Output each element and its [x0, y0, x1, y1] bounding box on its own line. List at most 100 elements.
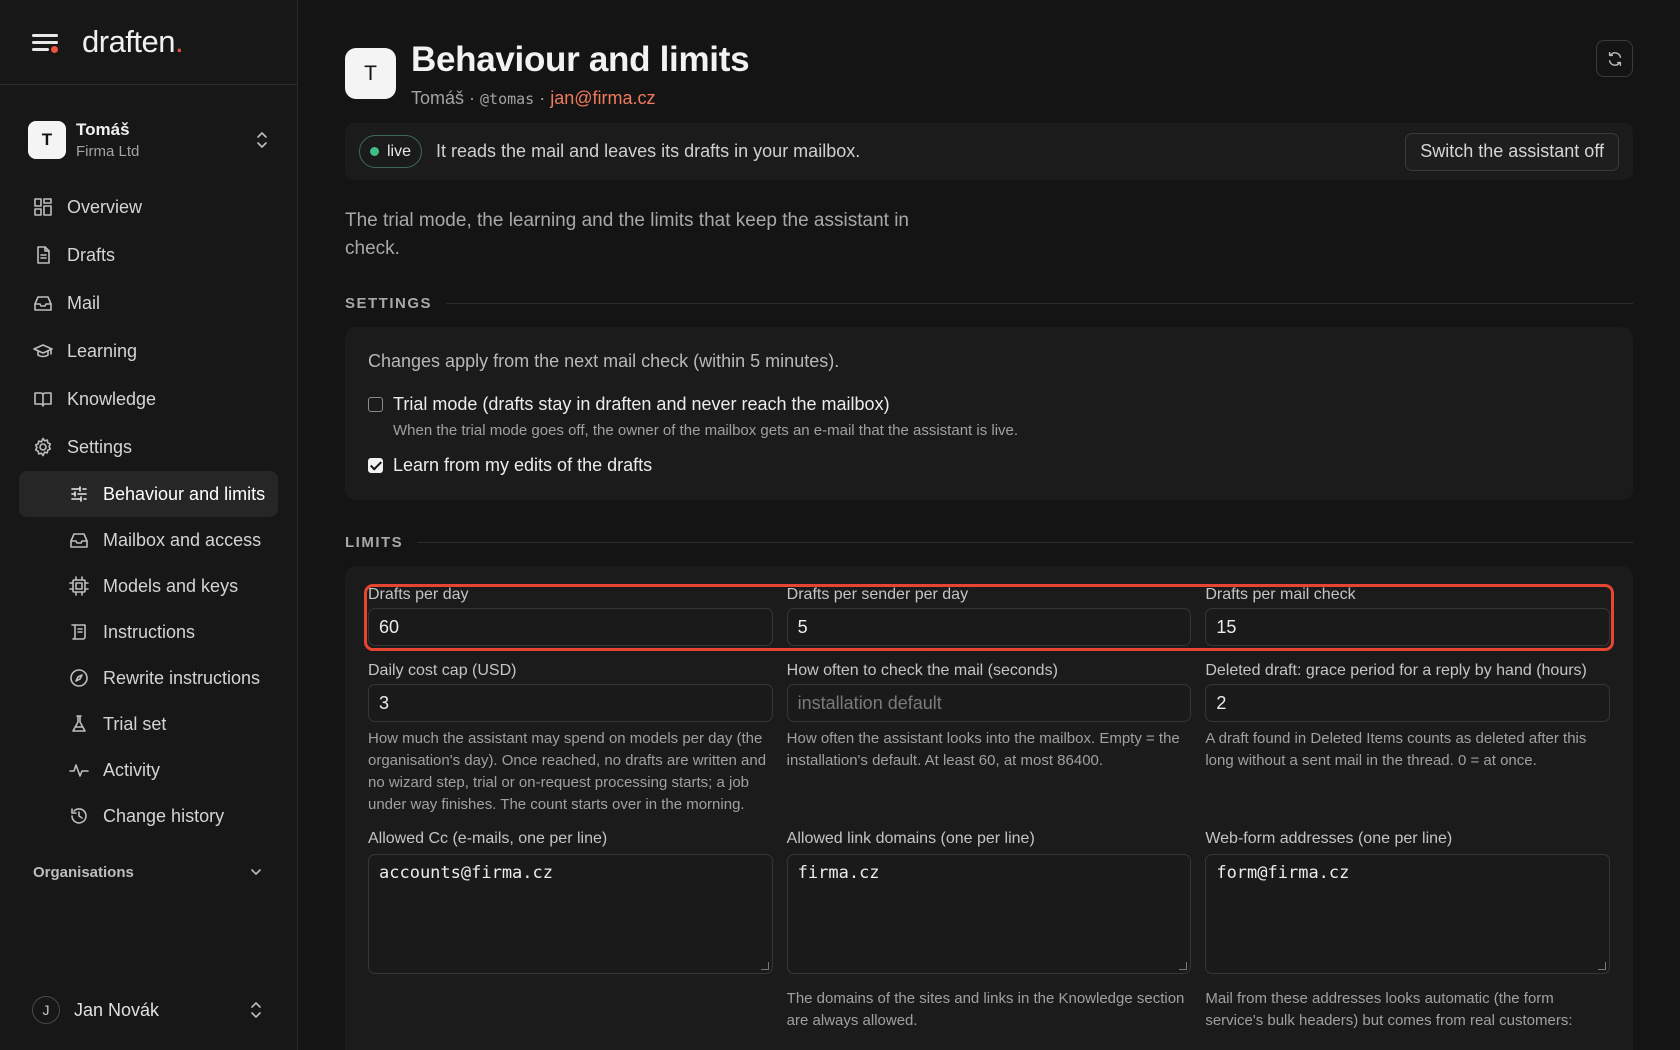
inbox-icon — [70, 533, 88, 548]
learn-label[interactable]: Learn from my edits of the drafts — [393, 455, 652, 476]
drafts-per-check-label: Drafts per mail check — [1205, 586, 1356, 603]
nav-knowledge[interactable]: Knowledge — [19, 375, 278, 423]
nav-mail[interactable]: Mail — [19, 279, 278, 327]
live-dot-icon — [370, 147, 379, 156]
sidebar: draften. T Tomáš Firma Ltd Overview Draf… — [0, 0, 298, 1050]
switch-assistant-off-button[interactable]: Switch the assistant off — [1405, 132, 1619, 171]
status-bar: live It reads the mail and leaves its dr… — [345, 123, 1633, 180]
nav-trial-label: Trial set — [103, 713, 167, 734]
nav-activity[interactable]: Activity — [19, 747, 278, 793]
mailbox-meta: Tomáš · @tomas · jan@firma.cz — [411, 88, 749, 109]
grace-period-input[interactable]: 2 — [1205, 684, 1610, 722]
nav-rewrite-instructions[interactable]: Rewrite instructions — [19, 655, 278, 701]
org-switcher[interactable]: T Tomáš Firma Ltd — [0, 115, 297, 165]
grid-icon — [34, 198, 52, 216]
webform-field: Web-form addresses (one per line) form@f… — [1205, 830, 1610, 1032]
allowed-cc-textarea[interactable]: accounts@firma.cz — [368, 854, 773, 974]
limits-card: Drafts per day 60 Drafts per sender per … — [345, 566, 1633, 1050]
document-icon — [37, 246, 50, 264]
nav-mailbox-label: Mailbox and access — [103, 529, 262, 550]
user-menu[interactable]: J Jan Novák — [32, 994, 263, 1026]
meta-separator: · — [464, 88, 481, 108]
graduation-cap-icon — [33, 344, 53, 358]
logo[interactable]: draften. — [82, 24, 184, 60]
drafts-per-sender-field: Drafts per sender per day 5 — [786, 586, 1192, 646]
nav-history-label: Change history — [103, 805, 225, 826]
drafts-per-day-input[interactable]: 60 — [368, 608, 773, 646]
owner-email[interactable]: jan@firma.cz — [550, 88, 655, 108]
refresh-button[interactable] — [1596, 40, 1633, 77]
org-company: Firma Ltd — [76, 143, 140, 160]
settings-subnav: Behaviour and limits Mailbox and access … — [19, 471, 278, 839]
nav-behaviour-and-limits[interactable]: Behaviour and limits — [19, 471, 278, 517]
status-badge-label: live — [387, 142, 412, 160]
user-name: Jan Novák — [74, 999, 160, 1020]
inbox-icon — [34, 296, 52, 311]
link-domains-help: The domains of the sites and links in th… — [786, 990, 1185, 1029]
webform-label: Web-form addresses (one per line) — [1205, 830, 1453, 847]
chevron-updown-icon — [257, 132, 267, 148]
nav-settings[interactable]: Settings — [19, 423, 278, 471]
nav-settings-label: Settings — [67, 436, 133, 457]
owner-name: Tomáš — [411, 88, 465, 108]
nav-change-history[interactable]: Change history — [19, 793, 278, 839]
nav-mailbox-and-access[interactable]: Mailbox and access — [19, 517, 278, 563]
org-name: Tomáš — [76, 120, 130, 139]
mailbox-avatar: T — [345, 48, 396, 99]
organisations-label: Organisations — [33, 863, 134, 881]
check-interval-label: How often to check the mail (seconds) — [786, 662, 1058, 679]
owner-handle: @tomas — [480, 90, 535, 108]
nav-overview-label: Overview — [67, 196, 143, 217]
refresh-icon — [1608, 51, 1621, 66]
cost-cap-field: Daily cost cap (USD) 3 How much the assi… — [368, 662, 773, 816]
chevron-down-icon — [251, 869, 261, 875]
cost-cap-label: Daily cost cap (USD) — [368, 662, 517, 679]
limits-row-1: Drafts per day 60 Drafts per sender per … — [368, 586, 1610, 646]
organisations-toggle[interactable]: Organisations — [0, 857, 297, 887]
page-title: Behaviour and limits — [411, 40, 750, 79]
check-interval-input[interactable]: installation default — [786, 684, 1192, 722]
drafts-per-sender-label: Drafts per sender per day — [786, 586, 969, 603]
webform-textarea[interactable]: form@firma.cz — [1205, 854, 1610, 974]
link-domains-field: Allowed link domains (one per line) firm… — [786, 830, 1192, 1032]
trial-mode-checkbox[interactable] — [368, 397, 383, 412]
grace-period-help: A draft found in Deleted Items counts as… — [1205, 730, 1587, 769]
nav-instructions[interactable]: Instructions — [19, 609, 278, 655]
allowed-cc-field: Allowed Cc (e-mails, one per line) accou… — [368, 830, 773, 1032]
webform-help: Mail from these addresses looks automati… — [1205, 990, 1573, 1029]
nav-drafts-label: Drafts — [67, 244, 116, 265]
trial-mode-label[interactable]: Trial mode (drafts stay in draften and n… — [393, 394, 1018, 415]
page-header: T Behaviour and limits Tomáš · @tomas · … — [345, 40, 1633, 120]
nav-overview[interactable]: Overview — [19, 183, 278, 231]
learn-checkbox[interactable] — [368, 458, 383, 473]
drafts-per-check-input[interactable]: 15 — [1205, 608, 1610, 646]
scroll-icon — [71, 624, 86, 640]
nav-mail-label: Mail — [67, 292, 101, 313]
nav-trial-set[interactable]: Trial set — [19, 701, 278, 747]
check-interval-field: How often to check the mail (seconds) in… — [786, 662, 1192, 816]
nav-activity-label: Activity — [103, 759, 161, 780]
learn-row: Learn from my edits of the drafts — [368, 455, 1610, 476]
allowed-cc-label: Allowed Cc (e-mails, one per line) — [368, 830, 608, 847]
trial-mode-help: When the trial mode goes off, the owner … — [393, 422, 1019, 439]
nav-drafts[interactable]: Drafts — [19, 231, 278, 279]
link-domains-textarea[interactable]: firma.cz — [786, 854, 1192, 974]
cost-cap-input[interactable]: 3 — [368, 684, 773, 722]
settings-note: Changes apply from the next mail check (… — [368, 351, 840, 371]
book-icon — [34, 392, 52, 407]
nav-learning[interactable]: Learning — [19, 327, 278, 375]
nav-models-and-keys[interactable]: Models and keys — [19, 563, 278, 609]
page-description: The trial mode, the learning and the lim… — [345, 210, 909, 259]
cpu-icon — [69, 576, 89, 596]
trial-mode-row: Trial mode (drafts stay in draften and n… — [368, 394, 1610, 439]
status-badge: live — [359, 135, 423, 168]
menu-icon[interactable] — [32, 31, 58, 53]
flask-icon — [72, 715, 86, 732]
user-avatar: J — [32, 996, 60, 1024]
nav-rewrite-label: Rewrite instructions — [103, 667, 261, 688]
gear-icon — [34, 437, 52, 457]
main-content: T Behaviour and limits Tomáš · @tomas · … — [298, 0, 1680, 1050]
check-interval-help: How often the assistant looks into the m… — [786, 730, 1180, 769]
drafts-per-sender-input[interactable]: 5 — [786, 608, 1192, 646]
status-text: It reads the mail and leaves its drafts … — [436, 141, 861, 161]
